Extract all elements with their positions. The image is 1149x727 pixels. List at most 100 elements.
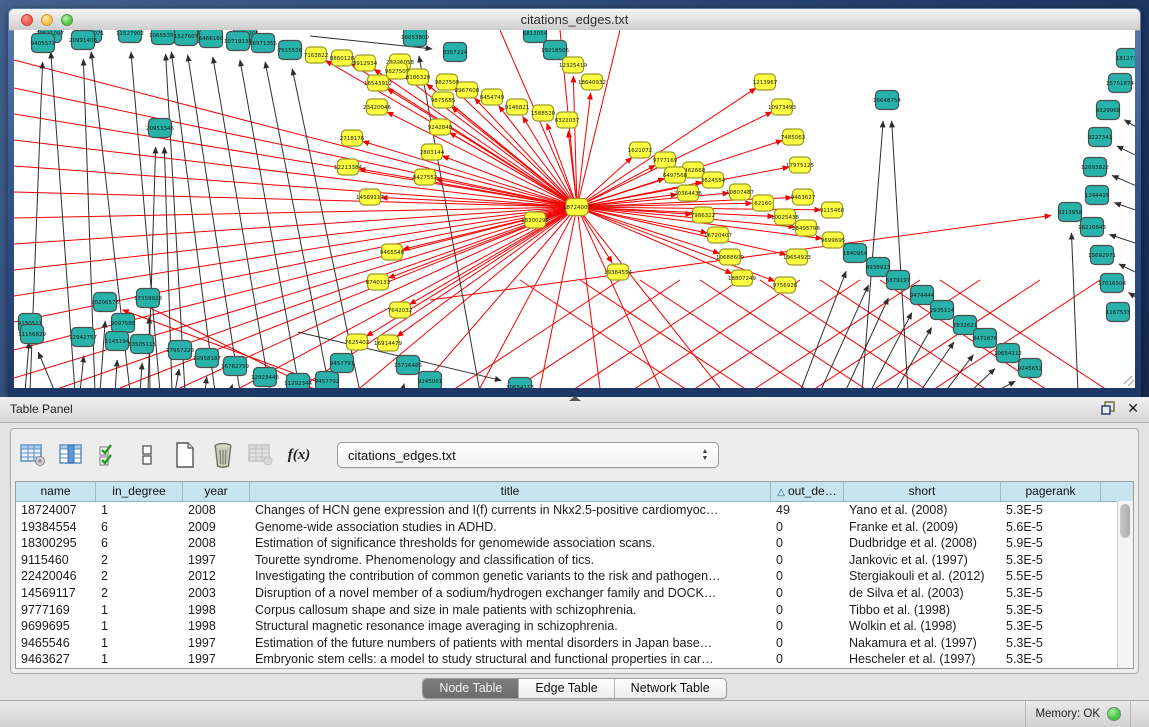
graph-node-yellow[interactable]: 16720407 bbox=[704, 227, 732, 243]
table-cell[interactable]: 1997 bbox=[183, 651, 250, 668]
graph-node-teal[interactable]: 20953346 bbox=[146, 119, 174, 138]
table-row[interactable]: 1830029562008Estimation of significance … bbox=[16, 535, 1133, 552]
graph-node-teal[interactable]: 20991406 bbox=[69, 31, 97, 50]
graph-node-yellow[interactable]: 1213967 bbox=[753, 74, 778, 90]
table-cell[interactable]: 2003 bbox=[183, 585, 250, 602]
table-cell[interactable]: 1 bbox=[96, 651, 183, 668]
window-titlebar[interactable]: citations_edges.txt bbox=[9, 9, 1140, 31]
scrollbar-thumb[interactable] bbox=[1120, 504, 1130, 538]
table-row[interactable]: 1872400712008Changes of HCN gene express… bbox=[16, 502, 1133, 519]
column-visibility-icon[interactable] bbox=[57, 440, 85, 470]
graph-node-yellow[interactable]: 1588520 bbox=[531, 105, 556, 121]
graph-node-yellow[interactable]: 9756928 bbox=[773, 277, 798, 293]
graph-node-yellow[interactable]: 2967608 bbox=[455, 82, 480, 98]
table-cell[interactable]: 9699695 bbox=[16, 618, 96, 635]
graph-node-yellow[interactable]: 9242848 bbox=[428, 119, 453, 135]
table-row[interactable]: 946362711997Embryonic stem cells: a mode… bbox=[16, 651, 1133, 668]
table-cell[interactable]: 0 bbox=[771, 552, 844, 569]
graph-node-teal[interactable]: 16053809 bbox=[401, 30, 429, 47]
graph-node-teal[interactable]: 9329968 bbox=[1096, 101, 1121, 120]
graph-node-teal[interactable]: 1145194 bbox=[105, 332, 130, 351]
graph-node-yellow[interactable]: 2803144 bbox=[420, 144, 445, 160]
graph-node-yellow[interactable]: 17975125 bbox=[786, 157, 814, 173]
graph-node-yellow[interactable]: 10688609 bbox=[716, 249, 744, 265]
table-cell[interactable]: 9465546 bbox=[16, 635, 96, 652]
graph-node-teal[interactable]: 9097588 bbox=[111, 314, 136, 333]
graph-node-teal[interactable]: 12942757 bbox=[69, 328, 97, 347]
table-cell[interactable]: Embryonic stem cells: a model to study s… bbox=[250, 651, 771, 668]
graph-node-teal[interactable]: 9457791 bbox=[330, 354, 355, 373]
graph-node-teal[interactable]: 11527902 bbox=[116, 30, 144, 43]
graph-node-yellow[interactable]: 7642032 bbox=[388, 302, 413, 318]
graph-node-yellow[interactable]: 12325419 bbox=[559, 57, 587, 73]
network-canvas[interactable]: 2053109710532071115279029053120853120710… bbox=[14, 30, 1135, 388]
graph-node-yellow[interactable]: 9115460 bbox=[820, 202, 845, 218]
table-cell[interactable]: Investigating the contribution of common… bbox=[250, 568, 771, 585]
table-cell[interactable]: 1998 bbox=[183, 602, 250, 619]
table-row[interactable]: 977716911998Corpus callosum shape and si… bbox=[16, 602, 1133, 619]
graph-node-yellow[interactable]: 9465546 bbox=[380, 244, 405, 260]
table-cell[interactable]: 5.3E-5 bbox=[1001, 602, 1101, 619]
table-cell[interactable]: Structural magnetic resonance image aver… bbox=[250, 618, 771, 635]
new-file-icon[interactable] bbox=[171, 440, 199, 470]
table-row[interactable]: 2242004622012Investigating the contribut… bbox=[16, 568, 1133, 585]
table-cell[interactable]: 1 bbox=[96, 502, 183, 519]
graph-node-teal[interactable]: 11156829 bbox=[18, 325, 46, 344]
graph-node-teal[interactable]: 10958187 bbox=[193, 349, 221, 368]
graph-node-yellow[interactable]: 9777169 bbox=[653, 152, 678, 168]
table-cell[interactable]: 2 bbox=[96, 585, 183, 602]
graph-node-teal[interactable]: 9474444 bbox=[910, 286, 935, 305]
table-row[interactable]: 1456911722003Disruption of a novel membe… bbox=[16, 585, 1133, 602]
table-row[interactable]: 946554611997Estimation of the future num… bbox=[16, 635, 1133, 652]
table-source-combobox[interactable]: citations_edges.txt ▲▼ bbox=[337, 442, 719, 468]
table-cell[interactable]: Jankovic et al. (1997) bbox=[844, 552, 1001, 569]
table-cell[interactable]: 5.3E-5 bbox=[1001, 502, 1101, 519]
graph-node-teal[interactable]: 7515526 bbox=[278, 41, 303, 60]
table-cell[interactable]: 1 bbox=[96, 635, 183, 652]
table-row[interactable]: 1938455462009Genome-wide association stu… bbox=[16, 519, 1133, 536]
graph-node-yellow[interactable]: 62160 bbox=[753, 195, 774, 211]
table-cell[interactable]: 2009 bbox=[183, 519, 250, 536]
graph-node-teal[interactable]: 10654112 bbox=[994, 344, 1022, 363]
table-cell[interactable]: 49 bbox=[771, 502, 844, 519]
table-cell[interactable]: Yano et al. (2008) bbox=[844, 502, 1001, 519]
panel-grip-icon[interactable] bbox=[569, 396, 581, 401]
graph-node-yellow[interactable]: 9146821 bbox=[505, 99, 530, 115]
graph-node-yellow[interactable]: 16914479 bbox=[374, 335, 402, 351]
memory-status[interactable]: Memory: OK bbox=[1025, 701, 1131, 727]
table-cell[interactable]: Estimation of the future numbers of pati… bbox=[250, 635, 771, 652]
graph-node-yellow[interactable]: 6322037 bbox=[555, 112, 580, 128]
graph-node-yellow[interactable]: 18640932 bbox=[578, 74, 606, 90]
close-panel-icon[interactable]: ✕ bbox=[1127, 401, 1139, 415]
graph-node-teal[interactable]: 17957223 bbox=[166, 341, 194, 360]
graph-node-yellow[interactable]: 9875685 bbox=[431, 92, 456, 108]
table-cell[interactable]: 5.3E-5 bbox=[1001, 585, 1101, 602]
table-cell[interactable]: Disruption of a novel member of a sodium… bbox=[250, 585, 771, 602]
table-cell[interactable]: Genome-wide association studies in ADHD. bbox=[250, 519, 771, 536]
graph-node-yellow[interactable]: 8186328 bbox=[406, 69, 431, 85]
graph-node-teal[interactable]: 8471676 bbox=[973, 329, 998, 348]
table-cell[interactable]: Estimation of significance thresholds fo… bbox=[250, 535, 771, 552]
table-cell[interactable]: 6 bbox=[96, 519, 183, 536]
table-row[interactable]: 911546021997Tourette syndrome. Phenomeno… bbox=[16, 552, 1133, 569]
table-cell[interactable]: 5.3E-5 bbox=[1001, 651, 1101, 668]
table-cell[interactable]: 9777169 bbox=[16, 602, 96, 619]
table-cell[interactable]: Dudbridge et al. (2008) bbox=[844, 535, 1001, 552]
graph-node-yellow[interactable]: 8912934 bbox=[353, 55, 378, 71]
graph-node-teal[interactable]: 1812734 bbox=[1116, 49, 1135, 68]
table-cell[interactable]: 5.3E-5 bbox=[1001, 635, 1101, 652]
table-cell[interactable]: Hescheler et al. (1997) bbox=[844, 651, 1001, 668]
graph-node-yellow[interactable]: 3624554 bbox=[701, 172, 726, 188]
table-cell[interactable]: 0 bbox=[771, 635, 844, 652]
graph-node-yellow[interactable]: 20364436 bbox=[674, 185, 702, 201]
table-cell[interactable]: Changes of HCN gene expression and I(f) … bbox=[250, 502, 771, 519]
table-cell[interactable]: Franke et al. (2009) bbox=[844, 519, 1001, 536]
table-cell[interactable]: 2 bbox=[96, 552, 183, 569]
graph-node-yellow[interactable]: 14569117 bbox=[356, 189, 384, 205]
graph-node-yellow[interactable]: 7163822 bbox=[304, 47, 329, 63]
column-header-name[interactable]: name bbox=[16, 482, 96, 501]
graph-node-teal[interactable]: 11292344 bbox=[284, 374, 312, 389]
graph-node-teal[interactable]: 1840954 bbox=[843, 244, 868, 263]
graph-node-yellow[interactable]: 7625402 bbox=[345, 334, 370, 350]
graph-node-teal[interactable]: 10654113 bbox=[506, 378, 534, 389]
